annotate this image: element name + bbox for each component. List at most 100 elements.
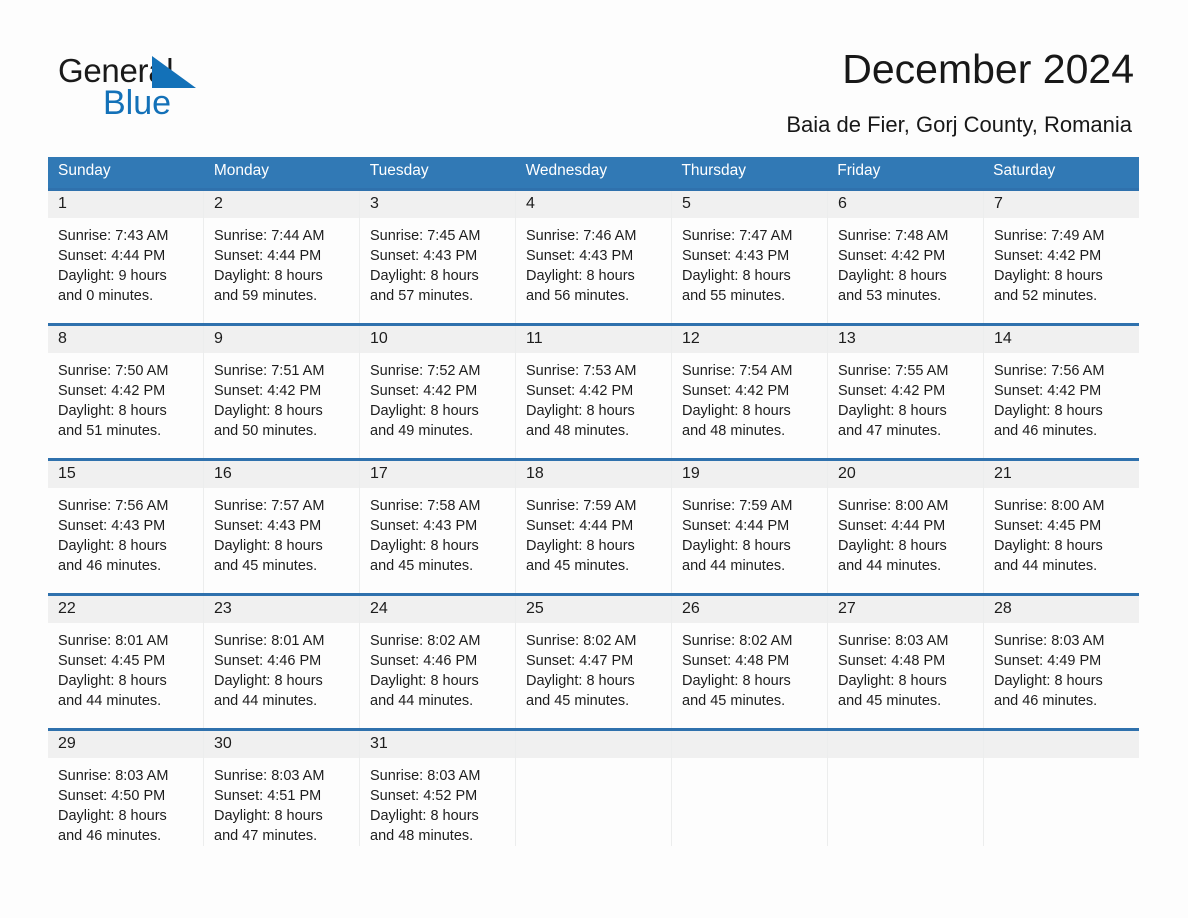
- sunrise-text: Sunrise: 7:51 AM: [214, 363, 325, 379]
- calendar-day-cell[interactable]: 29 Sunrise: 8:03 AM Sunset: 4:50 PM Dayligh…: [48, 731, 204, 846]
- calendar-day-cell[interactable]: 18 Sunrise: 7:59 AM Sunset: 4:44 PM Dayligh…: [516, 461, 672, 593]
- sunrise-text: Sunrise: 7:53 AM: [526, 363, 637, 379]
- daylight-text-line1: Daylight: 8 hours: [994, 268, 1103, 284]
- weekday-header-monday: Monday: [213, 162, 270, 179]
- calendar-day-cell[interactable]: 27 Sunrise: 8:03 AM Sunset: 4:48 PM Dayligh…: [828, 596, 984, 728]
- sunrise-text: Sunrise: 8:00 AM: [994, 498, 1105, 514]
- daylight-text-line1: Daylight: 8 hours: [214, 268, 323, 284]
- sunrise-text: Sunrise: 7:58 AM: [370, 498, 481, 514]
- generalblue-logo[interactable]: General Blue: [58, 52, 258, 122]
- sunset-text: Sunset: 4:42 PM: [838, 383, 946, 399]
- calendar-day-cell[interactable]: 23 Sunrise: 8:01 AM Sunset: 4:46 PM Dayligh…: [204, 596, 360, 728]
- calendar-day-cell[interactable]: 11 Sunrise: 7:53 AM Sunset: 4:42 PM Dayligh…: [516, 326, 672, 458]
- calendar-day-cell[interactable]: 6 Sunrise: 7:48 AM Sunset: 4:42 PM Daylight…: [828, 191, 984, 323]
- day-number: 14: [984, 326, 1139, 353]
- daylight-text-line1: Daylight: 8 hours: [838, 673, 947, 689]
- daylight-text-line1: Daylight: 8 hours: [58, 538, 167, 554]
- calendar-day-cell[interactable]: 4 Sunrise: 7:46 AM Sunset: 4:43 PM Daylight…: [516, 191, 672, 323]
- calendar-day-cell[interactable]: 3 Sunrise: 7:45 AM Sunset: 4:43 PM Daylight…: [360, 191, 516, 323]
- day-sun-info: Sunrise: 7:59 AM Sunset: 4:44 PM Daylight:…: [672, 488, 827, 576]
- calendar-day-cell[interactable]: 5 Sunrise: 7:47 AM Sunset: 4:43 PM Daylight…: [672, 191, 828, 323]
- day-number: 16: [204, 461, 359, 488]
- day-number: 19: [672, 461, 827, 488]
- sunrise-text: Sunrise: 7:52 AM: [370, 363, 481, 379]
- sunset-text: Sunset: 4:42 PM: [838, 248, 946, 264]
- daylight-text-line1: Daylight: 8 hours: [682, 538, 791, 554]
- day-sun-info: Sunrise: 7:49 AM Sunset: 4:42 PM Daylight:…: [984, 218, 1139, 306]
- sunset-text: Sunset: 4:50 PM: [58, 788, 166, 804]
- day-number: 11: [516, 326, 671, 353]
- calendar-day-cell[interactable]: 19 Sunrise: 7:59 AM Sunset: 4:44 PM Dayligh…: [672, 461, 828, 593]
- day-sun-info: Sunrise: 8:02 AM Sunset: 4:48 PM Daylight:…: [672, 623, 827, 711]
- day-number: 1: [48, 191, 203, 218]
- day-sun-info: Sunrise: 7:46 AM Sunset: 4:43 PM Daylight:…: [516, 218, 671, 306]
- daylight-text-line2: and 45 minutes.: [526, 693, 630, 709]
- daylight-text-line2: and 44 minutes.: [370, 693, 474, 709]
- daylight-text-line1: Daylight: 8 hours: [370, 673, 479, 689]
- calendar-day-cell[interactable]: 2 Sunrise: 7:44 AM Sunset: 4:44 PM Daylight…: [204, 191, 360, 323]
- daylight-text-line1: Daylight: 8 hours: [682, 268, 791, 284]
- sunset-text: Sunset: 4:51 PM: [214, 788, 322, 804]
- calendar-day-cell[interactable]: 31 Sunrise: 8:03 AM Sunset: 4:52 PM Dayligh…: [360, 731, 516, 846]
- sunrise-text: Sunrise: 7:45 AM: [370, 228, 481, 244]
- calendar-day-cell[interactable]: 10 Sunrise: 7:52 AM Sunset: 4:42 PM Dayligh…: [360, 326, 516, 458]
- sunset-text: Sunset: 4:44 PM: [838, 518, 946, 534]
- calendar-day-cell[interactable]: 13 Sunrise: 7:55 AM Sunset: 4:42 PM Dayligh…: [828, 326, 984, 458]
- day-number: 13: [828, 326, 983, 353]
- sunrise-text: Sunrise: 8:01 AM: [58, 633, 169, 649]
- calendar-day-cell-empty: [516, 731, 672, 846]
- calendar-day-cell[interactable]: 20 Sunrise: 8:00 AM Sunset: 4:44 PM Dayligh…: [828, 461, 984, 593]
- weekday-header-wednesday: Wednesday: [525, 162, 608, 179]
- calendar-day-cell[interactable]: 12 Sunrise: 7:54 AM Sunset: 4:42 PM Dayligh…: [672, 326, 828, 458]
- calendar-day-cell[interactable]: 28 Sunrise: 8:03 AM Sunset: 4:49 PM Dayligh…: [984, 596, 1139, 728]
- daylight-text-line2: and 48 minutes.: [682, 423, 786, 439]
- calendar-day-cell[interactable]: 17 Sunrise: 7:58 AM Sunset: 4:43 PM Dayligh…: [360, 461, 516, 593]
- sunset-text: Sunset: 4:43 PM: [370, 518, 478, 534]
- day-number: 20: [828, 461, 983, 488]
- day-sun-info: Sunrise: 8:03 AM Sunset: 4:49 PM Daylight:…: [984, 623, 1139, 711]
- daylight-text-line1: Daylight: 8 hours: [526, 268, 635, 284]
- calendar-day-cell[interactable]: 7 Sunrise: 7:49 AM Sunset: 4:42 PM Daylight…: [984, 191, 1139, 323]
- weekday-header-row: Sunday Monday Tuesday Wednesday Thursday Frid…: [48, 157, 1139, 188]
- calendar-day-cell[interactable]: 16 Sunrise: 7:57 AM Sunset: 4:43 PM Dayligh…: [204, 461, 360, 593]
- day-number: 21: [984, 461, 1139, 488]
- day-number: 15: [48, 461, 203, 488]
- sunset-text: Sunset: 4:46 PM: [370, 653, 478, 669]
- daylight-text-line2: and 44 minutes.: [58, 693, 162, 709]
- sunset-text: Sunset: 4:49 PM: [994, 653, 1102, 669]
- calendar-day-cell[interactable]: 1 Sunrise: 7:43 AM Sunset: 4:44 PM Daylight…: [48, 191, 204, 323]
- calendar-day-cell[interactable]: 15 Sunrise: 7:56 AM Sunset: 4:43 PM Dayligh…: [48, 461, 204, 593]
- daylight-text-line1: Daylight: 8 hours: [838, 403, 947, 419]
- daylight-text-line2: and 59 minutes.: [214, 288, 318, 304]
- daylight-text-line2: and 50 minutes.: [214, 423, 318, 439]
- calendar-day-cell[interactable]: 14 Sunrise: 7:56 AM Sunset: 4:42 PM Dayligh…: [984, 326, 1139, 458]
- sunset-text: Sunset: 4:43 PM: [682, 248, 790, 264]
- daylight-text-line2: and 46 minutes.: [994, 693, 1098, 709]
- daylight-text-line2: and 45 minutes.: [838, 693, 942, 709]
- sunset-text: Sunset: 4:44 PM: [682, 518, 790, 534]
- calendar-day-cell[interactable]: 22 Sunrise: 8:01 AM Sunset: 4:45 PM Dayligh…: [48, 596, 204, 728]
- sunset-text: Sunset: 4:42 PM: [370, 383, 478, 399]
- calendar-day-cell[interactable]: 26 Sunrise: 8:02 AM Sunset: 4:48 PM Dayligh…: [672, 596, 828, 728]
- calendar-day-cell[interactable]: 9 Sunrise: 7:51 AM Sunset: 4:42 PM Daylight…: [204, 326, 360, 458]
- page-title: December 2024: [842, 46, 1134, 92]
- sunset-text: Sunset: 4:42 PM: [58, 383, 166, 399]
- day-sun-info: Sunrise: 8:00 AM Sunset: 4:44 PM Daylight:…: [828, 488, 983, 576]
- sunset-text: Sunset: 4:42 PM: [682, 383, 790, 399]
- day-number: [828, 731, 983, 758]
- day-sun-info: Sunrise: 7:55 AM Sunset: 4:42 PM Daylight:…: [828, 353, 983, 441]
- sunrise-text: Sunrise: 8:02 AM: [370, 633, 481, 649]
- calendar-day-cell[interactable]: 25 Sunrise: 8:02 AM Sunset: 4:47 PM Dayligh…: [516, 596, 672, 728]
- daylight-text-line1: Daylight: 8 hours: [370, 808, 479, 824]
- day-number: 24: [360, 596, 515, 623]
- calendar-day-cell[interactable]: 24 Sunrise: 8:02 AM Sunset: 4:46 PM Dayligh…: [360, 596, 516, 728]
- calendar-day-cell[interactable]: 21 Sunrise: 8:00 AM Sunset: 4:45 PM Dayligh…: [984, 461, 1139, 593]
- day-sun-info: Sunrise: 8:01 AM Sunset: 4:46 PM Daylight:…: [204, 623, 359, 711]
- day-sun-info: Sunrise: 7:43 AM Sunset: 4:44 PM Daylight:…: [48, 218, 203, 306]
- daylight-text-line1: Daylight: 8 hours: [682, 673, 791, 689]
- sunrise-text: Sunrise: 7:50 AM: [58, 363, 169, 379]
- day-sun-info: Sunrise: 7:59 AM Sunset: 4:44 PM Daylight:…: [516, 488, 671, 576]
- calendar-day-cell[interactable]: 30 Sunrise: 8:03 AM Sunset: 4:51 PM Dayligh…: [204, 731, 360, 846]
- calendar-day-cell[interactable]: 8 Sunrise: 7:50 AM Sunset: 4:42 PM Daylight…: [48, 326, 204, 458]
- daylight-text-line1: Daylight: 8 hours: [682, 403, 791, 419]
